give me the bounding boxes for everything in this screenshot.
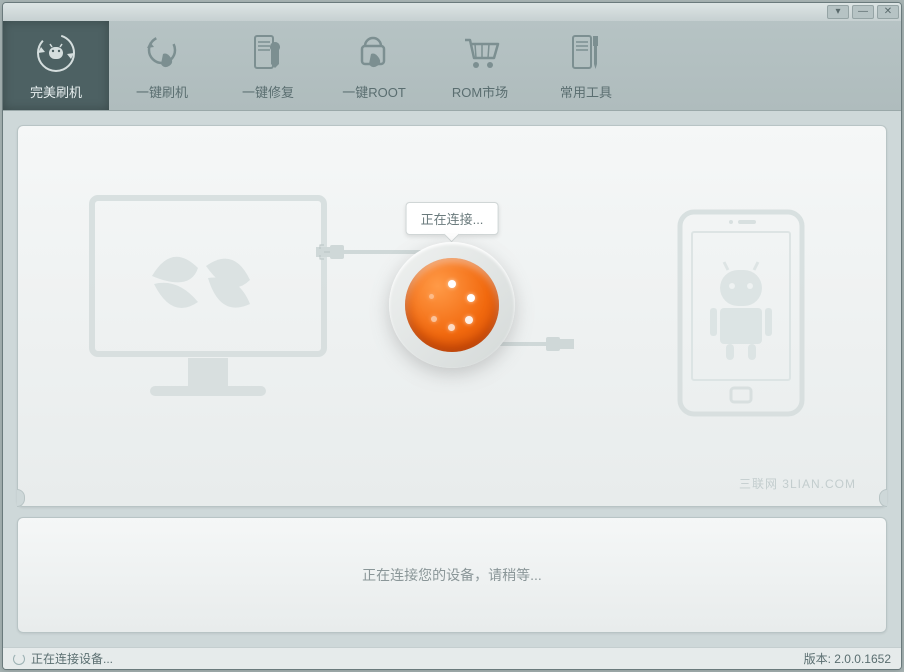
cart-icon (457, 30, 503, 76)
watermark-text: 三联网 3LIAN.COM (739, 475, 856, 492)
refresh-hand-icon (139, 30, 185, 76)
computer-illustration (88, 194, 328, 414)
phone-illustration (676, 208, 806, 418)
statusbar: 正在连接设备... 版本: 2.0.0.1652 (3, 647, 901, 669)
minimize-button[interactable]: — (852, 5, 874, 19)
tab-label: ROM市场 (452, 82, 508, 101)
menu-button[interactable]: ▾ (827, 5, 849, 19)
tab-label: 一键ROOT (342, 82, 406, 101)
tab-label: 常用工具 (560, 82, 612, 101)
tab-perfect-flash[interactable]: 完美刷机 (3, 21, 109, 111)
version-value: 2.0.0.1652 (834, 652, 891, 666)
phone-wrench-icon (245, 30, 291, 76)
tooltip-text: 正在连接... (421, 212, 484, 227)
tab-label: 一键修复 (242, 82, 294, 101)
version-info: 版本: 2.0.0.1652 (804, 650, 891, 667)
message-panel: 正在连接您的设备，请稍等... (17, 517, 887, 633)
phone-screwdriver-icon (563, 30, 609, 76)
connect-button-inner (405, 258, 499, 352)
tab-label: 完美刷机 (30, 82, 82, 101)
main-toolbar: 完美刷机 一键刷机 一键修复 (3, 21, 901, 112)
android-refresh-icon (33, 30, 79, 76)
connect-button[interactable] (389, 242, 515, 368)
lock-hand-icon (351, 30, 397, 76)
connecting-tooltip: 正在连接... (406, 202, 499, 235)
tab-label: 一键刷机 (136, 82, 188, 101)
close-button[interactable]: ✕ (877, 5, 899, 19)
version-label: 版本: (804, 652, 831, 666)
titlebar: ▾ — ✕ (3, 3, 901, 21)
connection-panel: 正在连接... (17, 125, 887, 507)
status-text: 正在连接设备... (31, 650, 113, 667)
spinner-icon (13, 653, 25, 665)
tab-one-key-root[interactable]: 一键ROOT (321, 21, 427, 111)
app-window: ▾ — ✕ 完美刷机 (2, 2, 902, 670)
content-area: 正在连接... (3, 111, 901, 647)
connecting-message: 正在连接您的设备，请稍等... (362, 565, 542, 585)
tab-one-key-flash[interactable]: 一键刷机 (109, 21, 215, 111)
tab-one-key-repair[interactable]: 一键修复 (215, 21, 321, 111)
tab-rom-market[interactable]: ROM市场 (427, 21, 533, 111)
usb-cable-left (316, 244, 422, 260)
tab-common-tools[interactable]: 常用工具 (533, 21, 639, 111)
